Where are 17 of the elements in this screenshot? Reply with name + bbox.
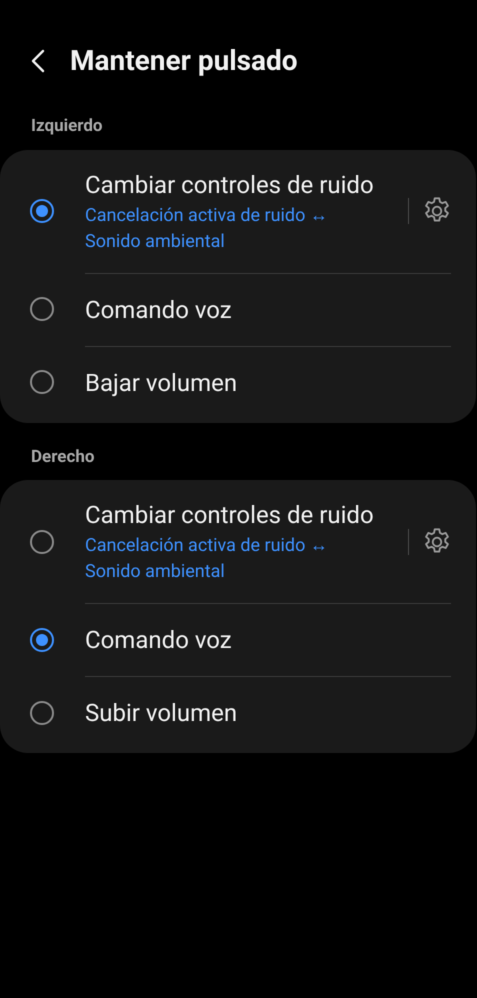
section-label: Derecho [30,446,96,468]
radio-button[interactable] [30,628,54,652]
option-title: Cambiar controles de ruido [85,500,375,531]
radio-button[interactable] [30,700,54,724]
radio-button[interactable] [30,297,54,321]
section-label: Izquierdo [30,115,104,138]
option-title: Subir volumen [85,698,238,729]
option-title: Cambiar controles de ruido [85,170,375,200]
option-subtitle: Cancelación activa de ruido ↔ Sonido ambiental [85,534,329,584]
option-subtitle: Cancelación activa de ruido ↔ Sonido ambiental [85,204,329,254]
option-title: Comando voz [85,625,233,656]
radio-button[interactable] [30,370,54,394]
option-title: Comando voz [85,294,233,326]
page-title: Mantener pulsado [70,43,298,79]
radio-button[interactable] [30,530,54,554]
option-title: Bajar volumen [85,368,238,398]
radio-button[interactable] [30,199,54,223]
